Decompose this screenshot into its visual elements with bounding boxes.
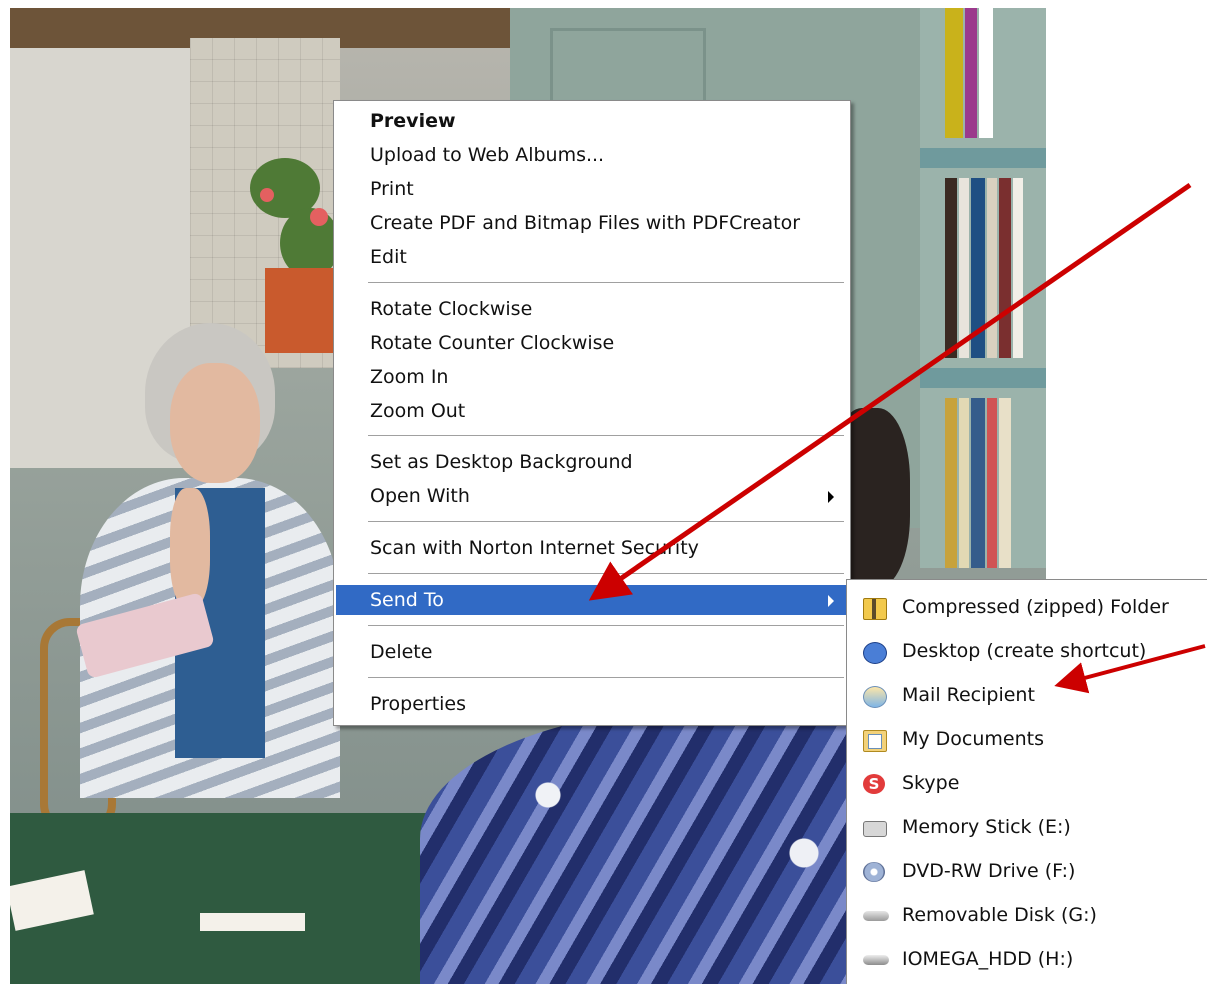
submenu-item-label: Desktop (create shortcut) bbox=[902, 640, 1147, 662]
removable-disk-icon bbox=[863, 911, 889, 921]
menu-item-zoom-in[interactable]: Zoom In bbox=[336, 362, 848, 392]
submenu-item-label: Mail Recipient bbox=[902, 684, 1035, 706]
send-to-dvd-drive[interactable]: DVD-RW Drive (F:) bbox=[855, 854, 1205, 890]
send-to-my-documents[interactable]: My Documents bbox=[855, 722, 1205, 758]
menu-item-set-desktop-background[interactable]: Set as Desktop Background bbox=[336, 447, 848, 477]
menu-separator bbox=[368, 677, 844, 679]
send-to-skype[interactable]: S Skype bbox=[855, 766, 1205, 802]
books-row bbox=[945, 178, 1045, 358]
zip-folder-icon bbox=[863, 598, 887, 620]
flower bbox=[260, 188, 274, 202]
menu-item-create-pdf[interactable]: Create PDF and Bitmap Files with PDFCrea… bbox=[336, 208, 848, 238]
menu-item-rotate-clockwise[interactable]: Rotate Clockwise bbox=[336, 294, 848, 324]
menu-item-scan-norton[interactable]: Scan with Norton Internet Security bbox=[336, 533, 848, 563]
submenu-item-label: IOMEGA_HDD (H:) bbox=[902, 948, 1074, 970]
send-to-compressed-folder[interactable]: Compressed (zipped) Folder bbox=[855, 590, 1205, 626]
submenu-item-label: DVD-RW Drive (F:) bbox=[902, 860, 1076, 882]
send-to-mail-recipient[interactable]: Mail Recipient bbox=[855, 678, 1205, 714]
flower bbox=[310, 208, 328, 226]
menu-item-label: Set as Desktop Background bbox=[370, 451, 633, 473]
submenu-arrow-icon bbox=[828, 491, 834, 503]
submenu-item-label: Compressed (zipped) Folder bbox=[902, 596, 1169, 618]
menu-separator bbox=[368, 625, 844, 627]
submenu-item-label: Memory Stick (E:) bbox=[902, 816, 1071, 838]
bookshelf-board bbox=[920, 368, 1046, 388]
menu-item-label: Rotate Clockwise bbox=[370, 298, 533, 320]
submenu-item-label: My Documents bbox=[902, 728, 1045, 750]
send-to-submenu: Compressed (zipped) Folder Desktop (crea… bbox=[846, 579, 1207, 984]
memory-stick-icon bbox=[863, 821, 887, 837]
menu-separator bbox=[368, 573, 844, 575]
menu-item-label: Preview bbox=[370, 110, 456, 132]
menu-item-preview[interactable]: Preview bbox=[336, 106, 848, 136]
menu-item-label: Open With bbox=[370, 485, 470, 507]
send-to-memory-stick[interactable]: Memory Stick (E:) bbox=[855, 810, 1205, 846]
menu-item-label: Rotate Counter Clockwise bbox=[370, 332, 615, 354]
menu-item-label: Create PDF and Bitmap Files with PDFCrea… bbox=[370, 212, 801, 234]
desktop-shortcut-icon bbox=[863, 642, 887, 664]
send-to-iomega-hdd[interactable]: IOMEGA_HDD (H:) bbox=[855, 942, 1205, 978]
menu-item-rotate-counter-clockwise[interactable]: Rotate Counter Clockwise bbox=[336, 328, 848, 358]
menu-item-upload-web-albums[interactable]: Upload to Web Albums... bbox=[336, 140, 848, 170]
books-row bbox=[945, 398, 1045, 568]
menu-separator bbox=[368, 282, 844, 284]
menu-item-label: Properties bbox=[370, 693, 467, 715]
skype-icon: S bbox=[863, 774, 885, 794]
my-documents-icon bbox=[863, 730, 887, 752]
menu-item-properties[interactable]: Properties bbox=[336, 689, 848, 719]
menu-separator bbox=[368, 435, 844, 437]
menu-item-label: Print bbox=[370, 178, 414, 200]
submenu-arrow-icon bbox=[828, 595, 834, 607]
menu-item-send-to[interactable]: Send To bbox=[336, 585, 848, 615]
menu-item-delete[interactable]: Delete bbox=[336, 637, 848, 667]
menu-item-label: Zoom In bbox=[370, 366, 449, 388]
menu-item-print[interactable]: Print bbox=[336, 174, 848, 204]
playing-card bbox=[200, 913, 305, 931]
woman-hand bbox=[170, 488, 210, 608]
books-row bbox=[945, 8, 1045, 138]
menu-item-label: Scan with Norton Internet Security bbox=[370, 537, 699, 559]
submenu-item-label: Removable Disk (G:) bbox=[902, 904, 1097, 926]
hard-drive-icon bbox=[863, 955, 889, 965]
menu-item-zoom-out[interactable]: Zoom Out bbox=[336, 396, 848, 426]
context-menu: Preview Upload to Web Albums... Print Cr… bbox=[333, 100, 851, 726]
menu-item-edit[interactable]: Edit bbox=[336, 242, 848, 272]
menu-item-label: Upload to Web Albums... bbox=[370, 144, 605, 166]
bookshelf-board bbox=[920, 148, 1046, 168]
menu-separator bbox=[368, 521, 844, 523]
dvd-drive-icon bbox=[863, 862, 885, 882]
menu-item-label: Zoom Out bbox=[370, 400, 466, 422]
mail-recipient-icon bbox=[863, 686, 887, 708]
submenu-item-label: Skype bbox=[902, 772, 960, 794]
menu-item-label: Edit bbox=[370, 246, 407, 268]
send-to-desktop[interactable]: Desktop (create shortcut) bbox=[855, 634, 1205, 670]
menu-item-label: Delete bbox=[370, 641, 433, 663]
woman-face bbox=[170, 363, 260, 483]
menu-item-label: Send To bbox=[370, 589, 444, 611]
send-to-removable-disk[interactable]: Removable Disk (G:) bbox=[855, 898, 1205, 934]
menu-item-open-with[interactable]: Open With bbox=[336, 481, 848, 511]
